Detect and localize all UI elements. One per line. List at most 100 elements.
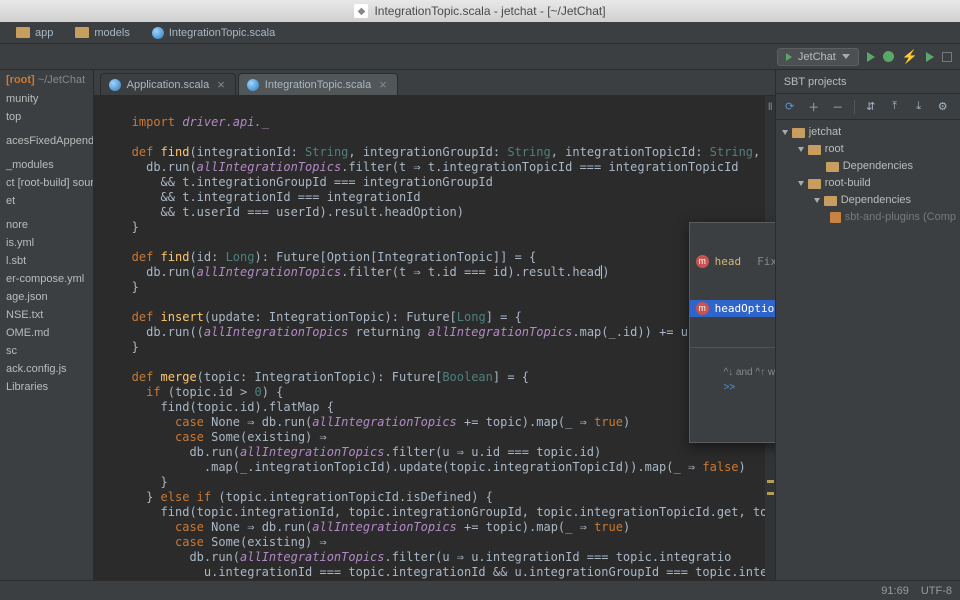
sbt-header-label: SBT projects bbox=[784, 76, 847, 88]
sbt-node[interactable]: sbt-and-plugins (Comp bbox=[780, 209, 956, 226]
tree-item[interactable]: OME.md bbox=[0, 324, 93, 342]
tree-item[interactable]: Libraries bbox=[0, 378, 93, 396]
sbt-toolbar: ⟳ ＋ － ⇵ ⤒ ⤓ ⚙ bbox=[776, 94, 960, 120]
tree-item[interactable]: ack.config.js bbox=[0, 360, 93, 378]
project-tree: munity top acesFixedAppender _modules ct… bbox=[0, 90, 93, 396]
project-root-label: [root] bbox=[6, 74, 35, 86]
completion-item-selected[interactable]: m headOption FixedSqlStreamingAction.thi… bbox=[690, 300, 775, 317]
download-button[interactable]: ⤓ bbox=[911, 99, 927, 115]
run-button-2[interactable] bbox=[926, 52, 934, 62]
warning-marker[interactable] bbox=[767, 480, 774, 483]
sbt-panel: SBT projects ⟳ ＋ － ⇵ ⤒ ⤓ ⚙ jetchat root bbox=[775, 70, 960, 580]
scala-icon bbox=[247, 79, 259, 91]
run-button[interactable] bbox=[867, 52, 875, 62]
chevron-down-icon bbox=[798, 147, 804, 152]
editor-area: Application.scala × IntegrationTopic.sca… bbox=[94, 70, 775, 580]
method-icon: m bbox=[696, 255, 709, 268]
sbt-node[interactable]: Dependencies bbox=[780, 158, 956, 175]
run-config-label: JetChat bbox=[798, 51, 836, 63]
settings-button[interactable]: ⚙ bbox=[935, 99, 951, 115]
stop-button[interactable] bbox=[942, 52, 952, 62]
remove-button[interactable]: － bbox=[830, 99, 846, 115]
pause-icon[interactable]: Ⅱ bbox=[768, 100, 773, 115]
folder-icon bbox=[75, 27, 89, 38]
folder-icon bbox=[808, 179, 821, 189]
expand-button[interactable]: ⇵ bbox=[863, 99, 879, 115]
refresh-button[interactable]: ⟳ bbox=[782, 99, 798, 115]
tree-item-label: ct [root-build] sources root bbox=[6, 177, 94, 189]
completion-hint-link[interactable]: >> bbox=[723, 382, 735, 393]
method-icon: m bbox=[696, 302, 709, 315]
editor-tab-label: Application.scala bbox=[127, 79, 210, 91]
sbt-node-label: Dependencies bbox=[841, 192, 911, 209]
collapse-button[interactable]: ⤒ bbox=[887, 99, 903, 115]
warning-marker[interactable] bbox=[767, 492, 774, 495]
breadcrumb-label: models bbox=[94, 27, 129, 39]
separator bbox=[854, 100, 855, 114]
sbt-node-label: Dependencies bbox=[843, 158, 913, 175]
editor-tab-label: IntegrationTopic.scala bbox=[265, 79, 371, 91]
tree-item[interactable]: acesFixedAppender bbox=[0, 132, 93, 150]
run-config-dropdown[interactable]: JetChat bbox=[777, 48, 859, 66]
library-icon bbox=[830, 212, 841, 223]
folder-icon bbox=[792, 128, 805, 138]
play-icon bbox=[786, 53, 792, 61]
chevron-down-icon bbox=[798, 181, 804, 186]
editor-tab-active[interactable]: IntegrationTopic.scala × bbox=[238, 73, 398, 95]
sbt-node-label: jetchat bbox=[809, 124, 841, 141]
sbt-node[interactable]: root bbox=[780, 141, 956, 158]
breadcrumb-app[interactable]: app bbox=[6, 24, 63, 42]
breadcrumb-row: app models IntegrationTopic.scala bbox=[0, 22, 960, 44]
project-root[interactable]: [root] ~/JetChat bbox=[0, 70, 93, 90]
completion-name: head bbox=[715, 254, 742, 269]
tree-item[interactable]: l.sbt bbox=[0, 252, 93, 270]
tree-item[interactable]: sc bbox=[0, 342, 93, 360]
completion-item[interactable]: m head FixedSqlStreamingAction.this.Resu… bbox=[690, 253, 775, 270]
editor-tabs: Application.scala × IntegrationTopic.sca… bbox=[94, 70, 775, 96]
status-bar: 91:69 UTF-8 bbox=[0, 580, 960, 600]
window-titlebar: ◆ IntegrationTopic.scala - jetchat - [~/… bbox=[0, 0, 960, 22]
breadcrumb-label: IntegrationTopic.scala bbox=[169, 27, 275, 39]
tree-item[interactable]: nore bbox=[0, 216, 93, 234]
close-icon[interactable]: × bbox=[379, 77, 387, 92]
tree-item[interactable]: is.yml bbox=[0, 234, 93, 252]
tree-item[interactable]: age.json bbox=[0, 288, 93, 306]
tree-item[interactable]: munity bbox=[0, 90, 93, 108]
project-root-path: ~/JetChat bbox=[38, 74, 85, 86]
cursor-position[interactable]: 91:69 bbox=[881, 585, 909, 597]
sbt-tree: jetchat root Dependencies root-build Dep bbox=[776, 120, 960, 230]
run-coverage-button[interactable]: ⚡ bbox=[902, 49, 918, 65]
file-encoding[interactable]: UTF-8 bbox=[921, 585, 952, 597]
sbt-node[interactable]: Dependencies bbox=[780, 192, 956, 209]
tree-item[interactable]: top bbox=[0, 108, 93, 126]
sbt-node[interactable]: jetchat bbox=[780, 124, 956, 141]
scala-icon bbox=[152, 27, 164, 39]
window-title: IntegrationTopic.scala - jetchat - [~/Je… bbox=[374, 4, 605, 18]
chevron-down-icon bbox=[782, 130, 788, 135]
completion-hint-text: ^↓ and ^↑ will move caret down and up in… bbox=[723, 367, 774, 378]
breadcrumb-models[interactable]: models bbox=[65, 24, 139, 42]
main-body: [root] ~/JetChat munity top acesFixedApp… bbox=[0, 70, 960, 580]
project-panel: [root] ~/JetChat munity top acesFixedApp… bbox=[0, 70, 94, 580]
tree-item[interactable]: et bbox=[0, 192, 93, 210]
add-button[interactable]: ＋ bbox=[806, 99, 822, 115]
chevron-down-icon bbox=[842, 54, 850, 59]
tree-item[interactable]: NSE.txt bbox=[0, 306, 93, 324]
editor-tab[interactable]: Application.scala × bbox=[100, 73, 236, 95]
file-icon: ◆ bbox=[354, 4, 368, 18]
sbt-node-label: root-build bbox=[825, 175, 871, 192]
tree-item[interactable]: _modules bbox=[0, 156, 93, 174]
sbt-header: SBT projects bbox=[776, 70, 960, 94]
scala-icon bbox=[109, 79, 121, 91]
chevron-down-icon bbox=[814, 198, 820, 203]
folder-icon bbox=[808, 145, 821, 155]
close-icon[interactable]: × bbox=[217, 77, 225, 92]
debug-button[interactable] bbox=[883, 51, 894, 62]
tree-item[interactable]: er-compose.yml bbox=[0, 270, 93, 288]
sbt-node[interactable]: root-build bbox=[780, 175, 956, 192]
tree-item-build[interactable]: ct [root-build] sources root bbox=[0, 174, 93, 192]
main-toolbar: JetChat ⚡ bbox=[0, 44, 960, 70]
breadcrumb-file[interactable]: IntegrationTopic.scala bbox=[142, 24, 285, 42]
code-editor[interactable]: import driver.api._ def find(integration… bbox=[94, 96, 775, 580]
breadcrumb-label: app bbox=[35, 27, 53, 39]
